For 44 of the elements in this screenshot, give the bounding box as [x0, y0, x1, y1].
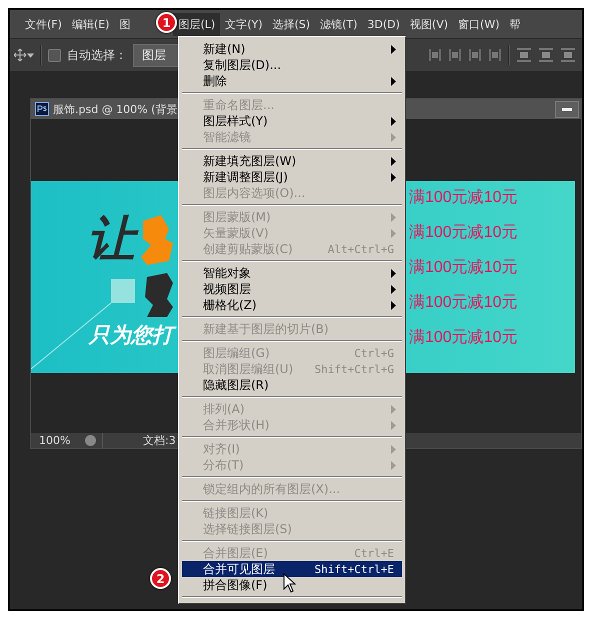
- menu-bar-item[interactable]: 窗口(W): [453, 12, 504, 36]
- step-badge: 2: [150, 568, 171, 589]
- auto-select-label: 自动选择：: [67, 46, 127, 64]
- menu-item[interactable]: 拼合图像(F): [182, 577, 402, 593]
- menu-item[interactable]: 合并可见图层 Shift+Ctrl+E: [182, 561, 402, 577]
- document-title: 服饰.psd @ 100% (背景: [53, 102, 178, 116]
- menu-bar-item[interactable]: 选择(S): [268, 12, 316, 36]
- menu-bar-item[interactable]: 编辑(E): [66, 12, 114, 36]
- promo-text: 满100元减10元: [409, 328, 518, 348]
- menu-item[interactable]: 图层样式(Y): [182, 113, 402, 129]
- zoom-level: 100%: [38, 434, 72, 447]
- align-icon[interactable]: [516, 47, 532, 63]
- menu-bar-item[interactable]: 图层(L): [173, 12, 220, 36]
- promo-text: 满100元减10元: [409, 188, 518, 208]
- minimize-button[interactable]: [555, 100, 579, 118]
- menu-bar-item[interactable]: 3D(D): [362, 14, 405, 34]
- promo-text: 满100元减10元: [409, 222, 518, 243]
- menu-item[interactable]: 删除: [182, 73, 402, 89]
- move-tool-icon[interactable]: [14, 48, 34, 62]
- menu-bar-item[interactable]: 文字(Y): [220, 12, 268, 36]
- menu-bar-item[interactable]: 文件(F): [20, 12, 67, 36]
- promo-text: 满100元减10元: [409, 292, 518, 313]
- promo-text: 满100元减10元: [409, 258, 518, 278]
- align-icon[interactable]: [538, 47, 554, 63]
- menu-item[interactable]: 隐藏图层(R): [182, 377, 402, 393]
- menu-bar-item[interactable]: 图: [114, 12, 136, 36]
- mouse-pointer-icon: [283, 573, 296, 593]
- checkbox[interactable]: [48, 48, 61, 62]
- document-info: 文档:3: [102, 433, 176, 448]
- distribute-icon[interactable]: [488, 47, 502, 63]
- status-icon[interactable]: [85, 435, 96, 446]
- menu-item[interactable]: 栅格化(Z): [182, 297, 402, 313]
- distribute-icon[interactable]: [448, 47, 462, 63]
- align-icon[interactable]: [560, 47, 576, 63]
- distribute-icon[interactable]: [428, 47, 442, 63]
- menu-item[interactable]: 智能对象: [182, 265, 402, 281]
- menu-bar-item[interactable]: 帮: [504, 12, 526, 36]
- menu-bar-item[interactable]: 视图(V): [404, 12, 454, 36]
- menu-item[interactable]: 新建调整图层(J): [182, 169, 402, 185]
- menu-item[interactable]: 新建填充图层(W): [182, 153, 402, 169]
- menu-bar-item[interactable]: 滤镜(T): [315, 12, 362, 36]
- distribute-icon[interactable]: [468, 47, 482, 63]
- photoshop-file-icon: [35, 102, 49, 116]
- menu-item[interactable]: 视频图层: [182, 281, 402, 297]
